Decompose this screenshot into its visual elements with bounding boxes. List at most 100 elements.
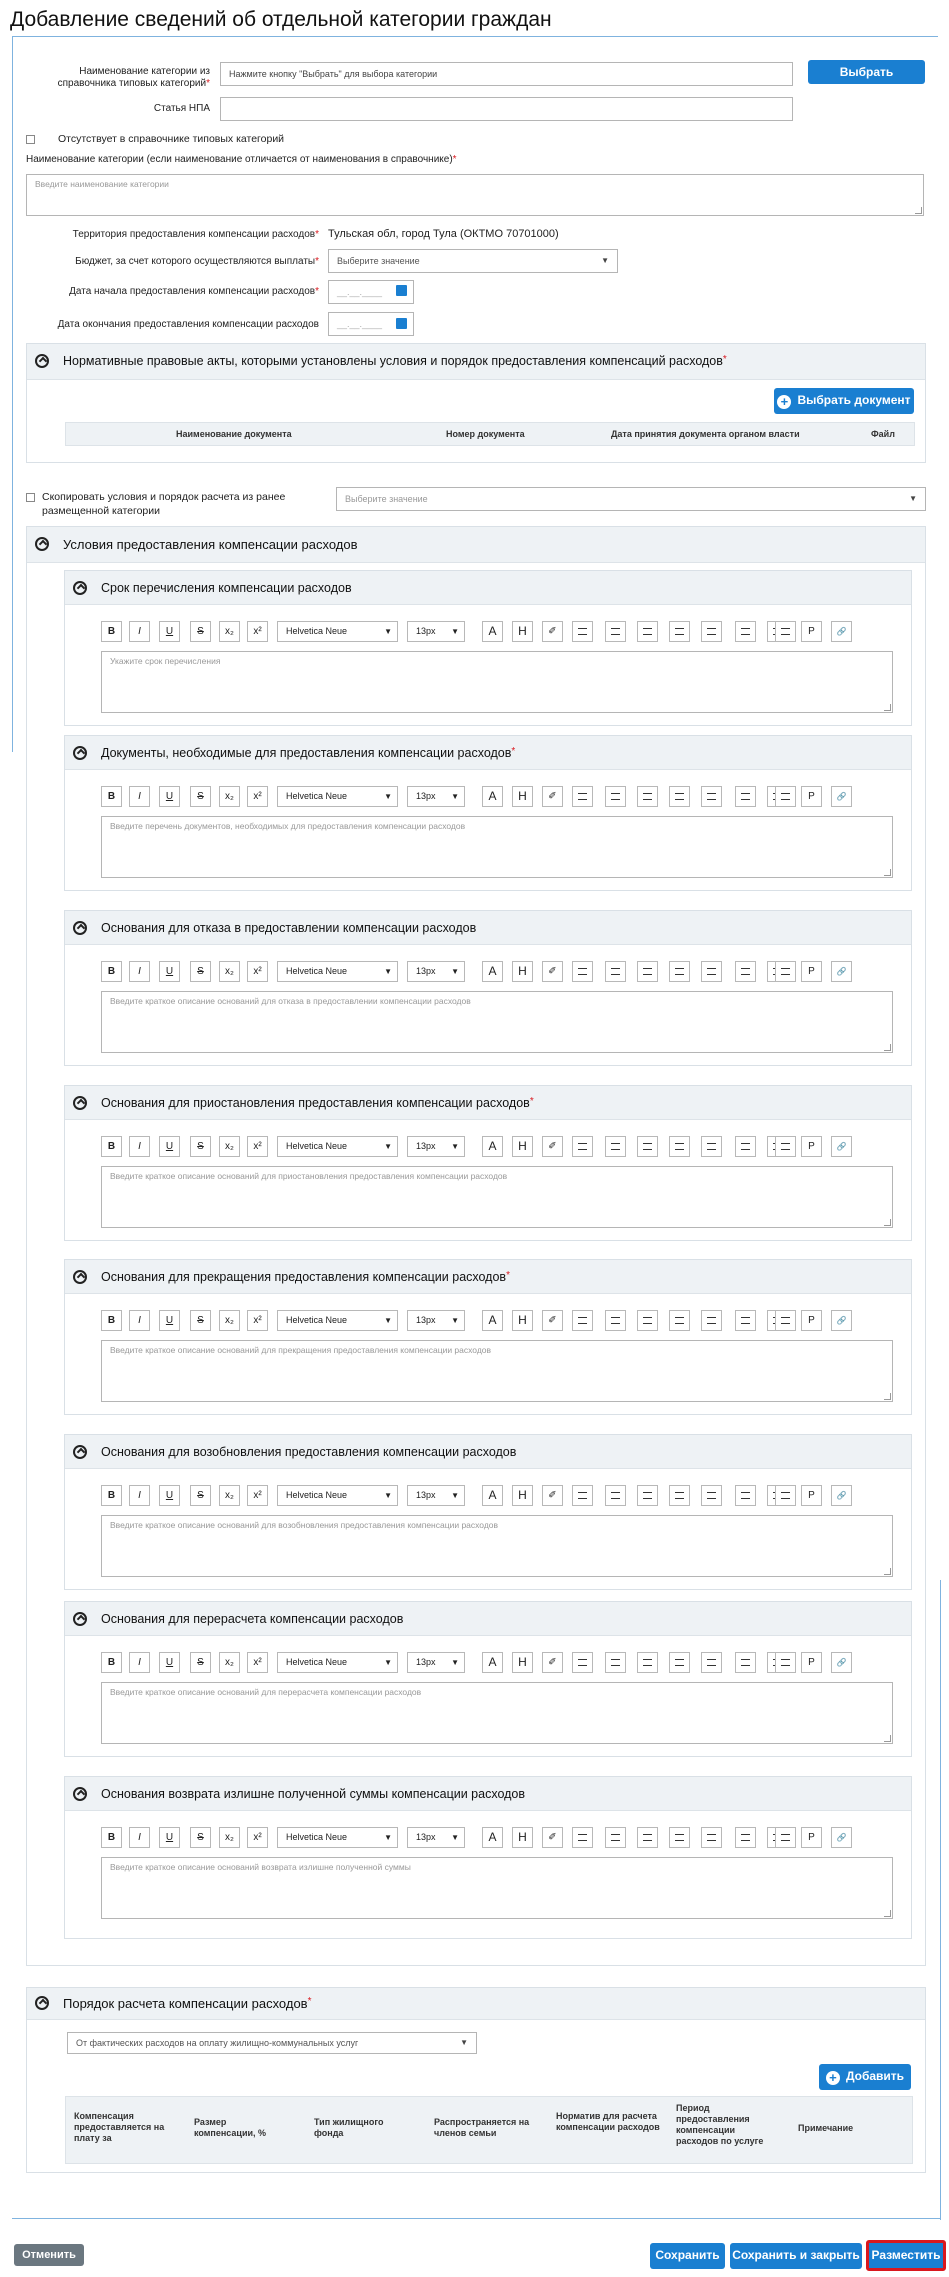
align-justify-icon[interactable] [735,1652,756,1673]
list-ul-icon[interactable] [605,786,626,807]
collapse-icon[interactable] [73,581,87,595]
link-button[interactable]: 🔗 [831,1310,852,1331]
align-right-icon[interactable] [669,1827,690,1848]
italic-button[interactable]: I [129,1136,150,1157]
sub-button[interactable]: x₂ [219,786,240,807]
sup-button[interactable]: x² [247,1485,268,1506]
color-button[interactable]: A [482,1827,503,1848]
sup-button[interactable]: x² [247,1136,268,1157]
conditions-header[interactable]: Условия предоставления компенсации расхо… [27,527,925,563]
sub-button[interactable]: x₂ [219,1136,240,1157]
category-input[interactable]: Нажмите кнопку "Выбрать" для выбора кате… [220,62,793,86]
p-button[interactable]: P [801,1310,822,1331]
link-button[interactable]: 🔗 [831,1485,852,1506]
indent-icon[interactable] [775,1827,796,1848]
align-right-icon[interactable] [669,1652,690,1673]
highlight-button[interactable]: H [512,786,533,807]
color-button[interactable]: A [482,1310,503,1331]
list-ol-icon[interactable] [572,1827,593,1848]
indent-icon[interactable] [775,1485,796,1506]
add-button[interactable]: + Добавить [819,2064,911,2090]
link-button[interactable]: 🔗 [831,786,852,807]
p-button[interactable]: P [801,1136,822,1157]
indent-icon[interactable] [775,961,796,982]
align-justify-icon[interactable] [735,1827,756,1848]
collapse-icon[interactable] [73,1270,87,1284]
save-button[interactable]: Сохранить [650,2243,725,2269]
color-button[interactable]: A [482,1652,503,1673]
p-button[interactable]: P [801,1485,822,1506]
list-ul-icon[interactable] [605,621,626,642]
section-header[interactable]: Основания возврата излишне полученной су… [65,1777,911,1811]
sub-button[interactable]: x₂ [219,1485,240,1506]
font-select[interactable]: Helvetica Neue ▼ [277,786,398,807]
publish-button[interactable]: Разместить [866,2240,946,2271]
indent-icon[interactable] [775,786,796,807]
font-select[interactable]: Helvetica Neue ▼ [277,1827,398,1848]
indent-icon[interactable] [775,621,796,642]
align-justify-icon[interactable] [735,1485,756,1506]
copy-select[interactable]: Выберите значение ▼ [336,487,926,511]
bold-button[interactable]: B [101,1310,122,1331]
align-right-icon[interactable] [669,786,690,807]
collapse-icon[interactable] [73,746,87,760]
font-select[interactable]: Helvetica Neue ▼ [277,1310,398,1331]
align-justify-icon[interactable] [735,621,756,642]
size-select[interactable]: 13px ▼ [407,1136,465,1157]
align-justify-icon[interactable] [735,1136,756,1157]
size-select[interactable]: 13px ▼ [407,961,465,982]
highlight-button[interactable]: H [512,1827,533,1848]
section-textarea[interactable]: Введите краткое описание оснований для п… [101,1166,893,1228]
highlight-button[interactable]: H [512,1652,533,1673]
font-select[interactable]: Helvetica Neue ▼ [277,1485,398,1506]
align-right-icon[interactable] [669,1136,690,1157]
save-close-button[interactable]: Сохранить и закрыть [730,2243,862,2269]
strike-button[interactable]: S [190,1136,211,1157]
align-center-icon[interactable] [701,1136,722,1157]
missing-checkbox[interactable] [26,135,35,144]
strike-button[interactable]: S [190,786,211,807]
copy-checkbox[interactable] [26,493,35,502]
underline-button[interactable]: U [159,1652,180,1673]
underline-button[interactable]: U [159,786,180,807]
section-header[interactable]: Срок перечисления компенсации расходов [65,571,911,605]
eraser-button[interactable]: ✐ [542,961,563,982]
calendar-icon[interactable] [396,285,407,296]
align-left-icon[interactable] [637,1136,658,1157]
align-center-icon[interactable] [701,621,722,642]
bold-button[interactable]: B [101,1827,122,1848]
list-ul-icon[interactable] [605,1310,626,1331]
align-center-icon[interactable] [701,1827,722,1848]
section-header[interactable]: Основания для приостановления предоставл… [65,1086,911,1120]
align-right-icon[interactable] [669,1310,690,1331]
sub-button[interactable]: x₂ [219,621,240,642]
budget-select[interactable]: Выберите значение ▼ [328,249,618,273]
bold-button[interactable]: B [101,1652,122,1673]
section-textarea[interactable]: Введите краткое описание оснований для в… [101,1515,893,1577]
list-ol-icon[interactable] [572,1136,593,1157]
collapse-icon[interactable] [73,921,87,935]
section-header[interactable]: Документы, необходимые для предоставлени… [65,736,911,770]
section-textarea[interactable]: Введите краткое описание оснований для п… [101,1340,893,1402]
sub-button[interactable]: x₂ [219,961,240,982]
eraser-button[interactable]: ✐ [542,621,563,642]
list-ol-icon[interactable] [572,621,593,642]
list-ol-icon[interactable] [572,1652,593,1673]
font-select[interactable]: Helvetica Neue ▼ [277,961,398,982]
link-button[interactable]: 🔗 [831,1136,852,1157]
italic-button[interactable]: I [129,621,150,642]
italic-button[interactable]: I [129,786,150,807]
size-select[interactable]: 13px ▼ [407,1652,465,1673]
align-left-icon[interactable] [637,961,658,982]
font-select[interactable]: Helvetica Neue ▼ [277,1136,398,1157]
collapse-icon[interactable] [35,1996,49,2010]
collapse-icon[interactable] [35,354,49,368]
align-right-icon[interactable] [669,1485,690,1506]
color-button[interactable]: A [482,961,503,982]
align-left-icon[interactable] [637,621,658,642]
highlight-button[interactable]: H [512,1310,533,1331]
collapse-icon[interactable] [73,1096,87,1110]
list-ul-icon[interactable] [605,1136,626,1157]
color-button[interactable]: A [482,786,503,807]
list-ul-icon[interactable] [605,1827,626,1848]
